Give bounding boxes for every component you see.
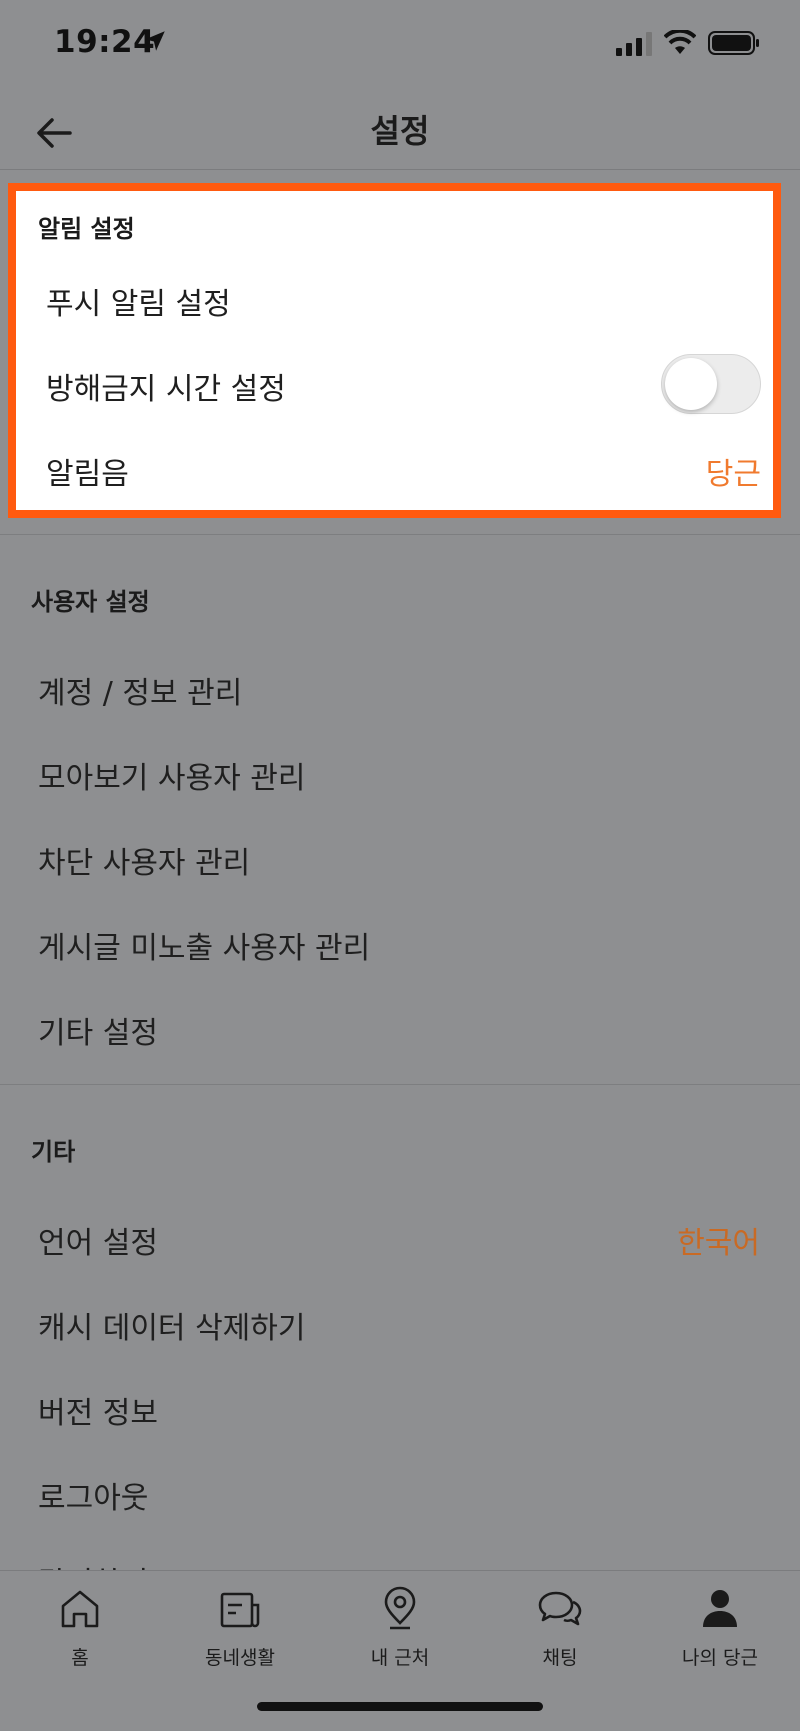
notification-sound-row[interactable]: 알림음 당근 [16, 427, 773, 507]
hidden-posts-users-row[interactable]: 게시글 미노출 사용자 관리 [0, 901, 800, 981]
push-notification-settings-row[interactable]: 푸시 알림 설정 [16, 257, 773, 337]
wifi-icon [664, 30, 696, 54]
status-time: 19:24 [54, 24, 156, 60]
row-label: 계정 / 정보 관리 [38, 676, 243, 711]
tab-my-profile[interactable]: 나의 당근 [640, 1585, 800, 1685]
tab-label: 나의 당근 [682, 1647, 758, 1669]
row-label: 차단 사용자 관리 [38, 846, 251, 881]
location-arrow-icon [145, 31, 165, 51]
section-divider [0, 534, 800, 535]
account-info-row[interactable]: 계정 / 정보 관리 [0, 646, 800, 726]
row-label: 기타 설정 [38, 1016, 158, 1051]
row-label: 버전 정보 [38, 1396, 158, 1431]
tab-label: 동네생활 [205, 1647, 275, 1669]
do-not-disturb-toggle[interactable] [661, 354, 761, 414]
neighborhood-icon [220, 1592, 260, 1628]
clear-cache-row[interactable]: 캐시 데이터 삭제하기 [0, 1281, 800, 1361]
row-label: 방해금지 시간 설정 [46, 372, 286, 407]
home-icon [61, 1590, 99, 1628]
section-divider [0, 1084, 800, 1085]
location-pin-icon [384, 1586, 416, 1630]
tab-label: 채팅 [542, 1647, 578, 1669]
other-settings-row[interactable]: 기타 설정 [0, 986, 800, 1066]
tab-neighborhood[interactable]: 동네생활 [160, 1585, 320, 1685]
row-label: 푸시 알림 설정 [46, 287, 231, 322]
other-section-label: 기타 [31, 1138, 76, 1166]
tab-label: 내 근처 [370, 1647, 430, 1669]
cellular-signal-icon [616, 32, 652, 56]
row-label: 캐시 데이터 삭제하기 [38, 1311, 306, 1346]
row-label: 알림음 [46, 457, 129, 492]
row-label: 모아보기 사용자 관리 [38, 761, 306, 796]
profile-icon [703, 1590, 737, 1627]
tab-chat[interactable]: 채팅 [480, 1585, 640, 1685]
logout-row[interactable]: 로그아웃 [0, 1451, 800, 1531]
do-not-disturb-row: 방해금지 시간 설정 [16, 342, 773, 422]
notification-settings-section: 알림 설정 푸시 알림 설정 방해금지 시간 설정 알림음 당근 [8, 183, 781, 518]
language-value: 한국어 [677, 1226, 760, 1261]
home-indicator [257, 1702, 543, 1711]
collection-users-row[interactable]: 모아보기 사용자 관리 [0, 731, 800, 811]
page-title: 설정 [370, 112, 430, 150]
tab-label: 홈 [71, 1647, 89, 1669]
language-settings-row[interactable]: 언어 설정 한국어 [0, 1196, 800, 1276]
row-label: 로그아웃 [38, 1481, 149, 1516]
tab-nearby[interactable]: 내 근처 [320, 1585, 480, 1685]
blocked-users-row[interactable]: 차단 사용자 관리 [0, 816, 800, 896]
status-bar: 19:24 [0, 0, 800, 88]
notification-sound-value: 당근 [705, 457, 761, 492]
tab-home[interactable]: 홈 [0, 1585, 160, 1685]
bottom-tab-bar: 홈 동네생활 내 근처 채팅 나의 당근 [0, 1570, 800, 1731]
row-label: 게시글 미노출 사용자 관리 [38, 931, 371, 966]
nav-header: 설정 [0, 88, 800, 170]
toggle-knob [665, 358, 717, 410]
chat-icon [538, 1591, 582, 1626]
settings-screen: 19:24 설정 알림 설정 푸시 알림 설정 방해금지 시간 설정 알림음 당… [0, 0, 800, 1731]
battery-icon [708, 31, 759, 55]
user-section-label: 사용자 설정 [31, 588, 150, 616]
version-info-row[interactable]: 버전 정보 [0, 1366, 800, 1446]
row-label: 언어 설정 [38, 1226, 158, 1261]
notification-section-label: 알림 설정 [38, 215, 135, 243]
